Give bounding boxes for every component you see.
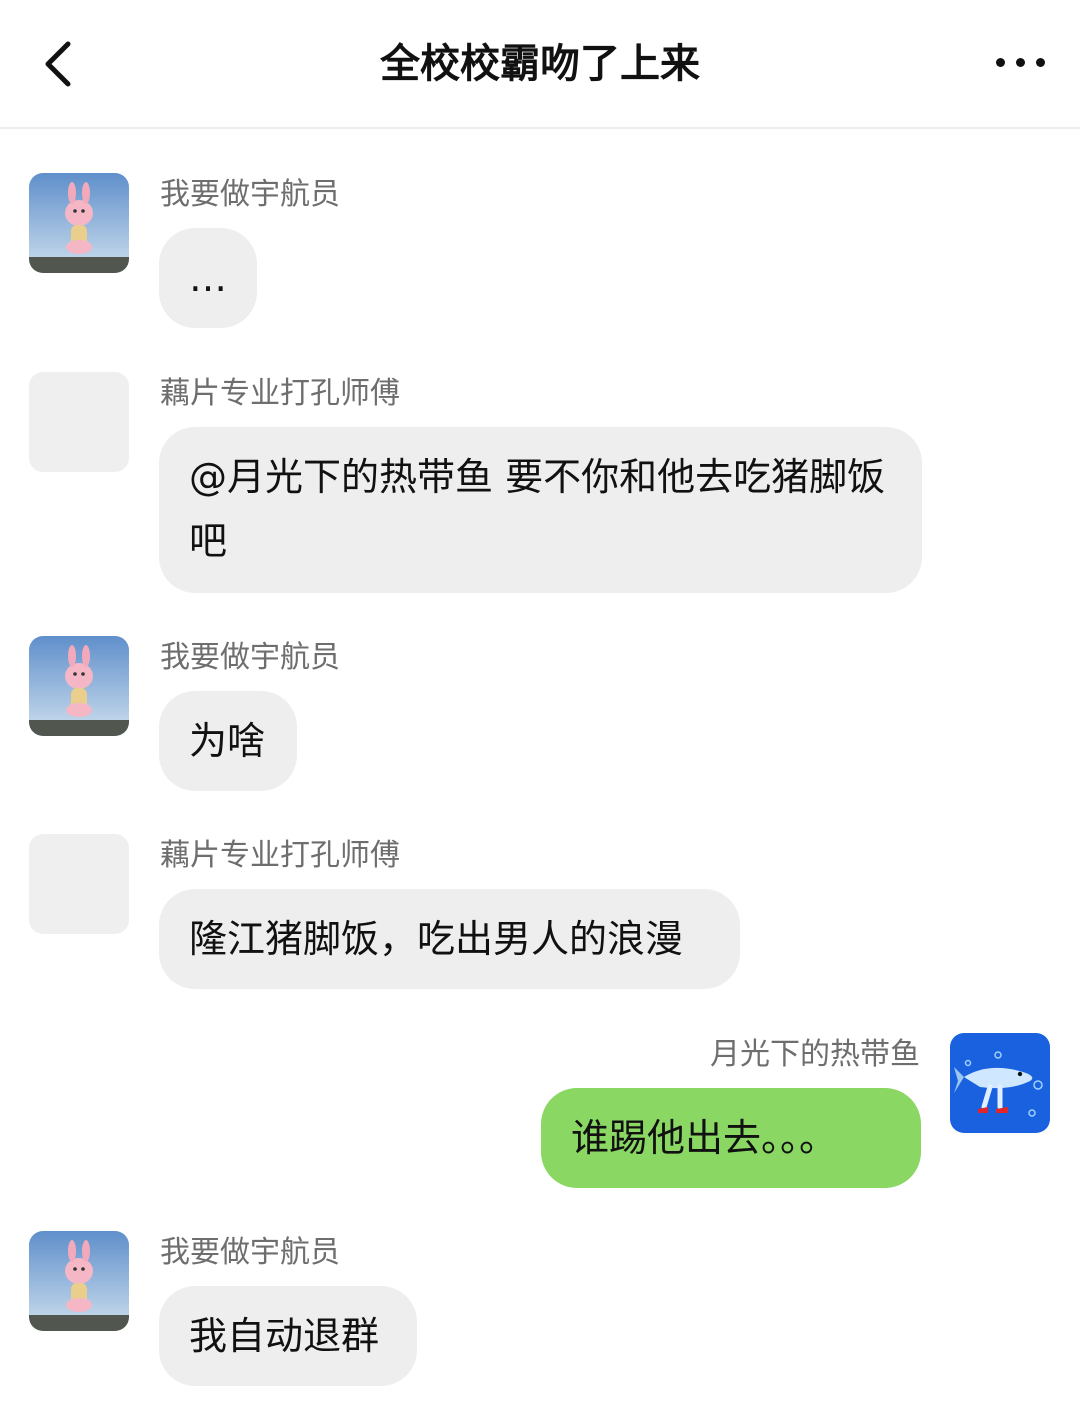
- message-row: 藕片专业打孔师傅 @月光下的热带鱼 要不你和他去吃猪脚饭吧: [0, 372, 1080, 597]
- pink-rabbit-avatar: [29, 1231, 129, 1331]
- message-text: 谁踢他出去。。。: [571, 1116, 838, 1160]
- blank-avatar[interactable]: [29, 372, 129, 472]
- message-bubble[interactable]: …: [159, 228, 257, 328]
- chat-title: 全校校霸吻了上来: [380, 41, 700, 87]
- chat-screen: 全校校霸吻了上来 我要做宇航员 … 藕片专业打孔师傅 @月光下的热带鱼 要不你和…: [0, 0, 1080, 1418]
- message-bubble[interactable]: 隆江猪脚饭，吃出男人的浪漫: [159, 889, 740, 989]
- message-text: 我自动退群: [189, 1314, 380, 1358]
- pink-rabbit-avatar: [29, 173, 129, 273]
- sender-avatar[interactable]: [950, 1033, 1050, 1133]
- message-row: 藕片专业打孔师傅 隆江猪脚饭，吃出男人的浪漫: [0, 834, 1080, 994]
- more-horizontal-icon: [1016, 58, 1025, 67]
- sender-name: 月光下的热带鱼: [710, 1037, 920, 1072]
- message-bubble[interactable]: 我自动退群: [159, 1286, 417, 1386]
- more-horizontal-icon: [1036, 58, 1045, 67]
- chat-header: 全校校霸吻了上来: [0, 0, 1080, 129]
- message-bubble[interactable]: 为啥: [159, 691, 297, 791]
- sender-name: 我要做宇航员: [160, 1235, 340, 1270]
- blue-fish-avatar: [950, 1033, 1050, 1133]
- sender-name: 我要做宇航员: [160, 177, 340, 212]
- sender-name: 藕片专业打孔师傅: [160, 376, 400, 411]
- more-options-button[interactable]: [996, 48, 1052, 78]
- message-bubble-mine[interactable]: 谁踢他出去。。。: [541, 1088, 921, 1188]
- message-row-mine: 月光下的热带鱼 谁踢他出去。。。: [0, 1033, 1080, 1193]
- message-bubble[interactable]: @月光下的热带鱼 要不你和他去吃猪脚饭吧: [159, 427, 922, 593]
- message-text: …: [189, 256, 227, 300]
- message-row: 我要做宇航员 为啥: [0, 636, 1080, 796]
- sender-avatar[interactable]: [29, 1231, 129, 1331]
- message-row: 我要做宇航员 …: [0, 173, 1080, 333]
- sender-avatar[interactable]: [29, 173, 129, 273]
- pink-rabbit-avatar: [29, 636, 129, 736]
- message-text: @月光下的热带鱼 要不你和他去吃猪脚饭吧: [189, 455, 886, 563]
- message-row: 我要做宇航员 我自动退群: [0, 1231, 1080, 1391]
- sender-name: 我要做宇航员: [160, 640, 340, 675]
- message-text: 隆江猪脚饭，吃出男人的浪漫: [189, 917, 684, 961]
- sender-name: 藕片专业打孔师傅: [160, 838, 400, 873]
- sender-avatar[interactable]: [29, 636, 129, 736]
- blank-avatar[interactable]: [29, 834, 129, 934]
- more-horizontal-icon: [996, 58, 1005, 67]
- message-text: 为啥: [189, 719, 266, 763]
